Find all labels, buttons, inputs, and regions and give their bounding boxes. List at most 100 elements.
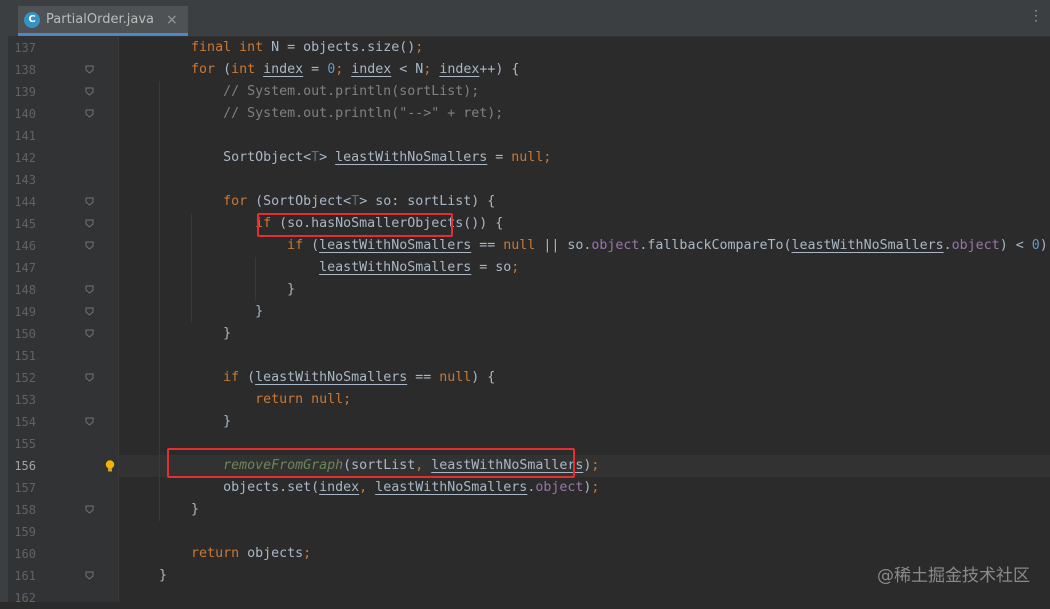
code-line[interactable]: 144 for (SortObject<T> so: sortList) {	[8, 191, 1050, 213]
line-number[interactable]: 147	[8, 257, 36, 279]
fold-marker-icon[interactable]	[85, 329, 94, 338]
code-line[interactable]: 147 leastWithNoSmallers = so;	[8, 257, 1050, 279]
code-line-content[interactable]	[119, 125, 1050, 147]
code-line-content[interactable]: }	[119, 499, 1050, 521]
code-line-content[interactable]: // System.out.println(sortList);	[119, 81, 1050, 103]
lightbulb-icon[interactable]	[103, 459, 117, 473]
code-line[interactable]: 158 }	[8, 499, 1050, 521]
fold-marker-icon[interactable]	[85, 197, 94, 206]
code-text[interactable]: return null;	[127, 389, 351, 411]
line-number[interactable]: 151	[8, 345, 36, 367]
code-text[interactable]: }	[127, 323, 231, 345]
code-text[interactable]: // System.out.println("-->" + ret);	[127, 103, 503, 125]
code-line[interactable]: 149 }	[8, 301, 1050, 323]
code-line-content[interactable]: }	[119, 301, 1050, 323]
line-number[interactable]: 145	[8, 213, 36, 235]
code-text[interactable]: objects.set(index, leastWithNoSmallers.o…	[127, 477, 599, 499]
fold-marker-icon[interactable]	[85, 65, 94, 74]
line-number[interactable]: 149	[8, 301, 36, 323]
line-number[interactable]: 160	[8, 543, 36, 565]
code-line[interactable]: 142 SortObject<T> leastWithNoSmallers = …	[8, 147, 1050, 169]
fold-marker-icon[interactable]	[85, 241, 94, 250]
fold-marker-icon[interactable]	[85, 219, 94, 228]
code-line[interactable]: 162	[8, 587, 1050, 609]
code-line-content[interactable]: // System.out.println("-->" + ret);	[119, 103, 1050, 125]
line-number[interactable]: 158	[8, 499, 36, 521]
code-text[interactable]: for (SortObject<T> so: sortList) {	[127, 191, 495, 213]
code-line[interactable]: 151	[8, 345, 1050, 367]
line-number[interactable]: 159	[8, 521, 36, 543]
code-line-content[interactable]: for (int index = 0; index < N; index++) …	[119, 59, 1050, 81]
code-text[interactable]: return objects;	[127, 543, 311, 565]
code-line-content[interactable]: for (SortObject<T> so: sortList) {	[119, 191, 1050, 213]
close-icon[interactable]: ×	[166, 12, 178, 28]
tab-partialorder-java[interactable]: C PartialOrder.java ×	[18, 6, 188, 36]
code-line-content[interactable]	[119, 587, 1050, 609]
code-line-content[interactable]	[119, 169, 1050, 191]
code-line-content[interactable]	[119, 345, 1050, 367]
line-number[interactable]: 144	[8, 191, 36, 213]
code-line[interactable]: 145 if (so.hasNoSmallerObjects()) {	[8, 213, 1050, 235]
fold-marker-icon[interactable]	[85, 417, 94, 426]
code-text[interactable]: }	[127, 499, 199, 521]
line-number[interactable]: 143	[8, 169, 36, 191]
code-line-content[interactable]: final int N = objects.size();	[119, 37, 1050, 59]
code-line[interactable]: 157 objects.set(index, leastWithNoSmalle…	[8, 477, 1050, 499]
code-text[interactable]: }	[127, 411, 231, 433]
line-number[interactable]: 137	[8, 37, 36, 59]
fold-marker-icon[interactable]	[85, 87, 94, 96]
code-line[interactable]: 143	[8, 169, 1050, 191]
code-line-content[interactable]: }	[119, 323, 1050, 345]
line-number[interactable]: 139	[8, 81, 36, 103]
code-line-content[interactable]: objects.set(index, leastWithNoSmallers.o…	[119, 477, 1050, 499]
line-number[interactable]: 152	[8, 367, 36, 389]
code-text[interactable]: }	[127, 565, 167, 587]
fold-marker-icon[interactable]	[85, 307, 94, 316]
code-line[interactable]: 140 // System.out.println("-->" + ret);	[8, 103, 1050, 125]
line-number[interactable]: 156	[8, 455, 36, 477]
code-line[interactable]: 141	[8, 125, 1050, 147]
code-line-content[interactable]: }	[119, 279, 1050, 301]
line-number[interactable]: 155	[8, 433, 36, 455]
fold-marker-icon[interactable]	[85, 505, 94, 514]
code-line-content[interactable]: return null;	[119, 389, 1050, 411]
code-text[interactable]: for (int index = 0; index < N; index++) …	[127, 59, 519, 81]
code-line[interactable]: 148 }	[8, 279, 1050, 301]
code-line-content[interactable]: if (leastWithNoSmallers == null || so.ob…	[119, 235, 1050, 257]
code-text[interactable]: if (leastWithNoSmallers == null) {	[127, 367, 495, 389]
code-line[interactable]: 150 }	[8, 323, 1050, 345]
line-number[interactable]: 154	[8, 411, 36, 433]
line-number[interactable]: 162	[8, 587, 36, 609]
line-number[interactable]: 146	[8, 235, 36, 257]
code-text[interactable]: leastWithNoSmallers = so;	[127, 257, 519, 279]
line-number[interactable]: 138	[8, 59, 36, 81]
code-line[interactable]: 139 // System.out.println(sortList);	[8, 81, 1050, 103]
line-number[interactable]: 150	[8, 323, 36, 345]
code-line-content[interactable]: }	[119, 411, 1050, 433]
more-tabs-icon[interactable]: ⋮	[1029, 8, 1043, 24]
line-number[interactable]: 153	[8, 389, 36, 411]
code-text[interactable]: }	[127, 279, 295, 301]
code-line[interactable]: 153 return null;	[8, 389, 1050, 411]
code-line[interactable]: 154 }	[8, 411, 1050, 433]
code-line[interactable]: 137 final int N = objects.size();	[8, 37, 1050, 59]
line-number[interactable]: 148	[8, 279, 36, 301]
code-text[interactable]: final int N = objects.size();	[127, 37, 423, 59]
fold-marker-icon[interactable]	[85, 373, 94, 382]
line-number[interactable]: 161	[8, 565, 36, 587]
line-number[interactable]: 140	[8, 103, 36, 125]
code-line-content[interactable]: leastWithNoSmallers = so;	[119, 257, 1050, 279]
code-line-content[interactable]	[119, 521, 1050, 543]
code-text[interactable]: if (leastWithNoSmallers == null || so.ob…	[127, 235, 1050, 257]
code-text[interactable]: }	[127, 301, 263, 323]
fold-marker-icon[interactable]	[85, 571, 94, 580]
line-number[interactable]: 142	[8, 147, 36, 169]
code-editor[interactable]: 137 final int N = objects.size(); 138 for…	[8, 37, 1050, 605]
code-text[interactable]: SortObject<T> leastWithNoSmallers = null…	[127, 147, 551, 169]
code-line[interactable]: 146 if (leastWithNoSmallers == null || s…	[8, 235, 1050, 257]
line-number[interactable]: 141	[8, 125, 36, 147]
line-number[interactable]: 157	[8, 477, 36, 499]
code-line[interactable]: 138 for (int index = 0; index < N; index…	[8, 59, 1050, 81]
code-line-content[interactable]: SortObject<T> leastWithNoSmallers = null…	[119, 147, 1050, 169]
fold-marker-icon[interactable]	[85, 285, 94, 294]
